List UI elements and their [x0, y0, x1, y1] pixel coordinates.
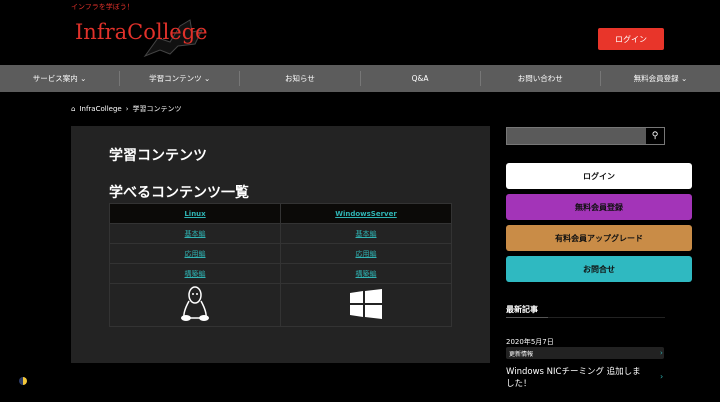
- divider-accent: [506, 317, 548, 318]
- table-row: 応用編 応用編: [109, 243, 452, 264]
- site-logo[interactable]: InfraCollege: [75, 20, 208, 44]
- windows-basic-link[interactable]: 基本編: [356, 230, 377, 238]
- section-title: 学べるコンテンツ一覧: [109, 185, 249, 201]
- linux-build-link[interactable]: 構築編: [185, 270, 206, 278]
- post-title-link[interactable]: Windows NICチーミング 追加しました！: [506, 366, 646, 390]
- post-date: 2020年5月7日: [506, 338, 554, 346]
- tagline: インフラを学ぼう！: [71, 3, 134, 11]
- nav-register[interactable]: 無料会員登録 ⌄: [599, 71, 720, 86]
- nav-contact[interactable]: お問い合わせ: [479, 71, 600, 86]
- header-login-button[interactable]: ログイン: [598, 28, 664, 50]
- breadcrumb-separator: ›: [125, 105, 129, 113]
- chevron-right-icon: ›: [660, 372, 664, 381]
- page-title: 学習コンテンツ: [109, 148, 207, 164]
- nav-news[interactable]: お知らせ: [239, 71, 359, 86]
- main-nav: サービス案内 ⌄ 学習コンテンツ ⌄ お知らせ Q&A お問い合わせ 無料会員登…: [0, 65, 720, 92]
- chevron-right-icon: ›: [660, 349, 663, 357]
- search-icon: ⚲: [651, 131, 659, 141]
- sidebar-upgrade-button[interactable]: 有料会員アップグレード: [506, 225, 692, 251]
- nav-qa[interactable]: Q&A: [359, 71, 480, 86]
- linux-tux-icon: [181, 286, 209, 321]
- recent-posts-heading: 最新記事: [506, 305, 538, 314]
- linux-basic-link[interactable]: 基本編: [185, 230, 206, 238]
- sidebar-register-button[interactable]: 無料会員登録: [506, 194, 692, 220]
- sidebar-login-button[interactable]: ログイン: [506, 163, 692, 189]
- windows-link[interactable]: WindowsServer: [335, 210, 397, 218]
- linux-advanced-link[interactable]: 応用編: [185, 250, 206, 258]
- breadcrumb-current: 学習コンテンツ: [132, 105, 182, 113]
- dark-mode-toggle-icon[interactable]: [19, 377, 27, 385]
- home-icon: ⌂: [71, 105, 76, 113]
- nav-learning[interactable]: 学習コンテンツ ⌄: [119, 71, 239, 86]
- search-button[interactable]: ⚲: [646, 128, 664, 144]
- breadcrumb-home[interactable]: InfraCollege: [79, 105, 121, 113]
- linux-link[interactable]: Linux: [184, 210, 205, 218]
- sidebar-contact-button[interactable]: お問合せ: [506, 256, 692, 282]
- table-row: 構築編 構築編: [109, 263, 452, 284]
- table-row: [109, 283, 452, 327]
- nav-services[interactable]: サービス案内 ⌄: [0, 71, 119, 86]
- breadcrumb: ⌂ InfraCollege › 学習コンテンツ: [71, 104, 182, 114]
- windows-logo-icon: [350, 289, 382, 319]
- post-category[interactable]: 更新情報: [506, 347, 664, 359]
- table-row: 基本編 基本編: [109, 223, 452, 244]
- contents-table: Linux WindowsServer 基本編 基本編 応用編 応用編 構築編 構築編: [109, 203, 452, 327]
- windows-build-link[interactable]: 構築編: [356, 270, 377, 278]
- search-input[interactable]: ⚲: [506, 127, 665, 145]
- windows-advanced-link[interactable]: 応用編: [356, 250, 377, 258]
